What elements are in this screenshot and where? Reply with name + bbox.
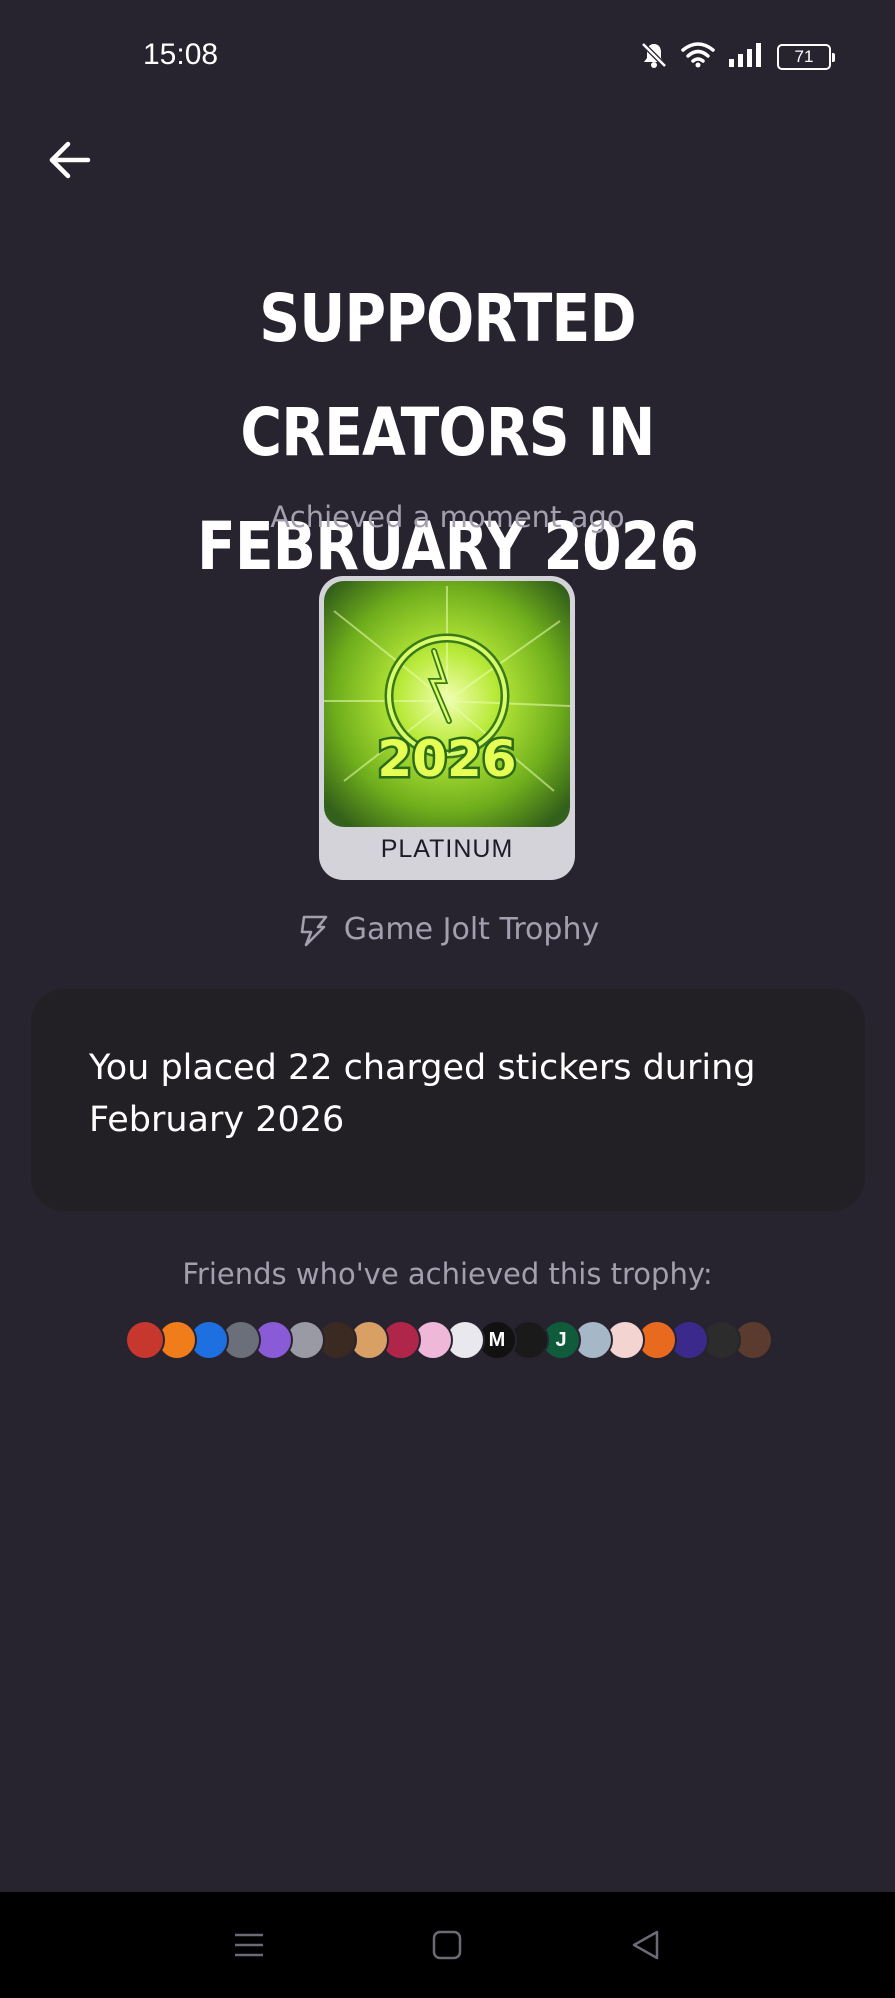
status-icons: 71 [639,40,835,74]
trophy-art-text: 2026 [377,730,516,788]
game-jolt-bolt-icon [300,915,328,946]
menu-icon [235,1933,264,1957]
trophy-type-label: Game Jolt Trophy [343,912,600,947]
trophy-image: 2026 [324,581,570,827]
arrow-left-icon [49,141,91,179]
back-button[interactable] [40,130,100,190]
nav-menu-button[interactable] [219,1915,279,1975]
friend-avatar[interactable] [125,1320,165,1360]
friends-avatar-list: MJ [125,1320,773,1360]
wifi-icon [681,40,715,74]
signal-icon [727,41,765,73]
system-nav-bar [0,1892,895,1998]
trophy-type: Game Jolt Trophy [0,912,895,947]
description-card: You placed 22 charged stickers during Fe… [31,989,865,1211]
friends-label: Friends who've achieved this trophy: [182,1257,713,1291]
friend-avatar-initial: M [488,1328,506,1351]
battery-icon: 71 [777,44,835,70]
nav-back-button[interactable] [616,1915,676,1975]
friend-avatar-initial: J [555,1328,567,1351]
trophy-tier: PLATINUM [380,835,514,863]
nav-home-button[interactable] [417,1915,477,1975]
home-square-icon [433,1930,462,1960]
trophy-description: You placed 22 charged stickers during Fe… [89,1048,756,1140]
status-time: 15:08 [143,38,219,71]
back-triangle-icon [632,1930,659,1960]
trophy-card: 2026 PLATINUM [319,576,575,880]
bell-off-icon [639,40,669,74]
trophy-title: SUPPORTED CREATORS IN FEBRUARY 2026 [196,280,699,585]
status-bar: 15:08 71 [0,0,895,110]
achieved-time: Achieved a moment ago [270,500,625,534]
